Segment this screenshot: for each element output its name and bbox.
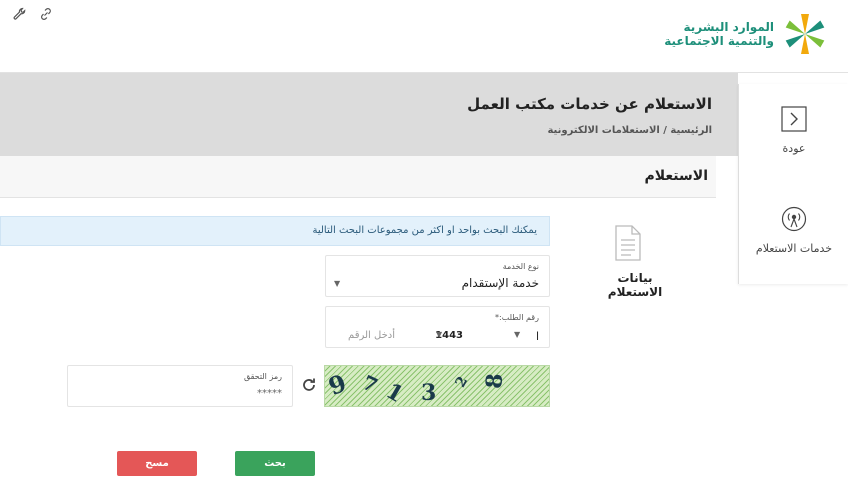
ministry-name: الموارد البشرية والتنمية الاجتماعية (664, 20, 774, 48)
captcha-digit: 2 (452, 373, 472, 391)
card-title: الاستعلام (644, 168, 709, 184)
request-number-label: رقم الطلب:* (495, 313, 539, 322)
document-icon (615, 225, 641, 261)
captcha-digit: 1 (381, 377, 408, 407)
captcha-digit: 8 (481, 372, 509, 390)
service-type-select[interactable]: نوع الخدمة خدمة الإستقدام ▼ (325, 255, 550, 297)
year-chevron-down-icon: ▼ (436, 330, 443, 339)
captcha-value: ***** (257, 388, 282, 399)
ministry-logo-mark (785, 14, 825, 54)
wrench-icon[interactable] (12, 7, 28, 23)
captcha-label: رمز التحقق (243, 372, 282, 381)
request-number-input[interactable]: أدخل الرقم (348, 330, 395, 341)
arrow-right-icon (781, 106, 807, 132)
inquiry-services-button[interactable]: خدمات الاستعلام (739, 206, 848, 255)
prefix-chevron-down-icon: ▼ (514, 330, 521, 339)
broadcast-icon (781, 206, 807, 232)
request-number-group: رقم الطلب:* ا ▼ 1443 ▼ أدخل الرقم (325, 306, 550, 348)
section-label: بيانات الاستعلام (607, 271, 663, 299)
service-type-label: نوع الخدمة (502, 262, 539, 271)
card-header: الاستعلام (0, 156, 716, 198)
breadcrumb[interactable]: الرئيسية / الاستعلامات الالكترونية (547, 125, 712, 136)
back-label: عودة (782, 142, 806, 155)
captcha-digit: 9 (324, 368, 351, 401)
captcha-input[interactable]: رمز التحقق ***** (67, 365, 293, 407)
page-header: الاستعلام عن خدمات مكتب العمل الرئيسية /… (0, 73, 738, 156)
captcha-digit: 7 (358, 370, 382, 398)
link-icon[interactable] (38, 7, 54, 23)
captcha-image: 9 7 1 3 2 8 (324, 365, 550, 407)
inquiry-services-label: خدمات الاستعلام (755, 242, 833, 255)
search-button[interactable]: بحث (235, 451, 315, 476)
logo-line-2: والتنمية الاجتماعية (664, 34, 774, 48)
clear-button[interactable]: مسح (117, 451, 197, 476)
info-text: يمكنك البحث بواحد او اكثر من مجموعات الب… (312, 225, 537, 236)
back-button[interactable]: عودة (739, 106, 848, 155)
top-header: الموارد البشرية والتنمية الاجتماعية (0, 0, 848, 73)
info-alert: يمكنك البحث بواحد او اكثر من مجموعات الب… (0, 216, 550, 246)
ministry-logo[interactable]: الموارد البشرية والتنمية الاجتماعية (664, 8, 830, 60)
service-type-value: خدمة الإستقدام (461, 276, 539, 290)
refresh-captcha-icon[interactable] (300, 377, 318, 395)
request-prefix-select[interactable]: ا (536, 330, 539, 343)
page-title: الاستعلام عن خدمات مكتب العمل (467, 95, 712, 113)
logo-line-1: الموارد البشرية (683, 20, 774, 34)
chevron-down-icon: ▼ (334, 279, 341, 288)
captcha-digit: 3 (421, 380, 437, 406)
side-panel: عودة خدمات الاستعلام (738, 84, 848, 284)
